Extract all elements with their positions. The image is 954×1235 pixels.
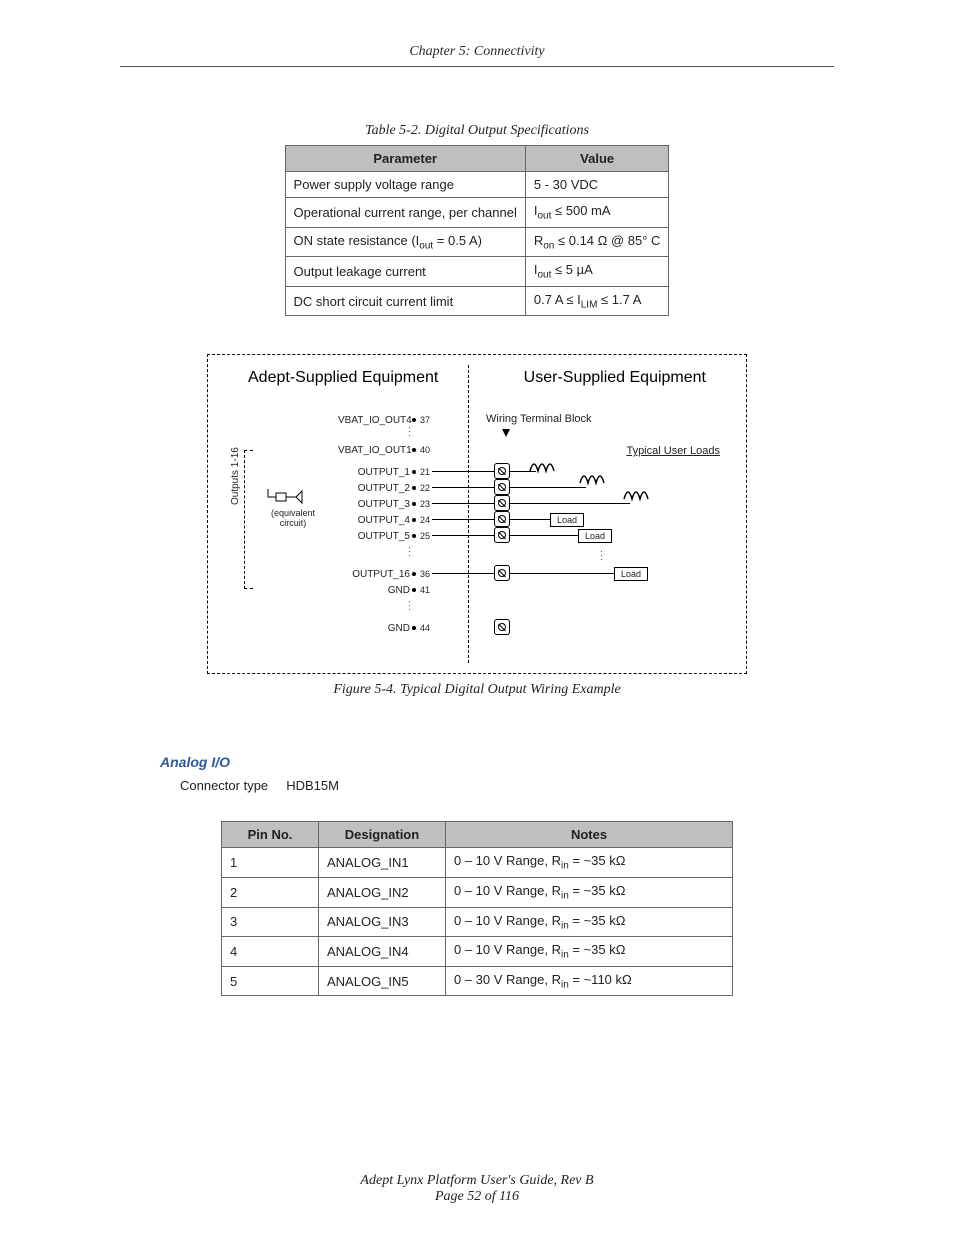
table-row: 3ANALOG_IN30 – 10 V Range, Rin = ~35 kΩ — [222, 907, 733, 937]
load-box: Load — [614, 567, 648, 581]
ellipsis-icon: ··· — [597, 550, 607, 562]
cell: 0 – 10 V Range, Rin = ~35 kΩ — [446, 877, 733, 907]
terminal-icon — [494, 565, 510, 581]
sig-label: GND — [338, 585, 410, 596]
cell: DC short circuit current limit — [285, 286, 525, 316]
outputs-side-label: Outputs 1-16 — [230, 448, 241, 506]
sig-label: OUTPUT_5 — [338, 531, 410, 542]
pin: 24 — [418, 515, 440, 525]
terminal-icon — [494, 511, 510, 527]
page-header: Chapter 5: Connectivity — [120, 44, 834, 67]
figure-digital-output-wiring: Adept-Supplied Equipment User-Supplied E… — [207, 354, 747, 674]
cell: ANALOG_IN4 — [319, 937, 446, 967]
table-row: 2ANALOG_IN20 – 10 V Range, Rin = ~35 kΩ — [222, 877, 733, 907]
sig-label: VBAT_IO_OUT4 — [338, 415, 410, 426]
table-row: 1ANALOG_IN10 – 10 V Range, Rin = ~35 kΩ — [222, 848, 733, 878]
coil-icon — [578, 467, 608, 487]
table-row: 4ANALOG_IN40 – 10 V Range, Rin = ~35 kΩ — [222, 937, 733, 967]
sig-label: OUTPUT_4 — [338, 515, 410, 526]
cell: 5 - 30 VDC — [525, 172, 669, 198]
cell: Iout ≤ 5 µA — [525, 257, 669, 287]
ellipsis-icon: ··· — [405, 426, 415, 438]
sig-label: OUTPUT_16 — [338, 569, 410, 580]
coil-icon — [622, 483, 652, 503]
pin: 22 — [418, 483, 440, 493]
table2-h2: Designation — [319, 822, 446, 848]
wiring-terminal-block-label: Wiring Terminal Block — [486, 413, 592, 425]
pin: 41 — [418, 585, 440, 595]
fig-left-title: Adept-Supplied Equipment — [248, 369, 438, 387]
table-row: Power supply voltage range 5 - 30 VDC — [285, 172, 669, 198]
cell: 2 — [222, 877, 319, 907]
cell: Operational current range, per channel — [285, 198, 525, 228]
cell: Output leakage current — [285, 257, 525, 287]
table-digital-output-specs: Parameter Value Power supply voltage ran… — [285, 145, 670, 316]
table-row: 5ANALOG_IN50 – 30 V Range, Rin = ~110 kΩ — [222, 966, 733, 996]
cell: ON state resistance (Iout = 0.5 A) — [285, 227, 525, 257]
sig-label: OUTPUT_1 — [338, 467, 410, 478]
divider-line — [468, 365, 469, 663]
pin: 44 — [418, 623, 440, 633]
cell: 0 – 10 V Range, Rin = ~35 kΩ — [446, 937, 733, 967]
cell: ANALOG_IN1 — [319, 848, 446, 878]
ellipsis-icon: ··· — [405, 546, 415, 558]
table2-h3: Notes — [446, 822, 733, 848]
terminal-icon — [494, 495, 510, 511]
figure-caption: Figure 5-4. Typical Digital Output Wirin… — [207, 682, 747, 698]
pin: 23 — [418, 499, 440, 509]
cell: 3 — [222, 907, 319, 937]
terminal-icon — [494, 479, 510, 495]
cell: Iout ≤ 500 mA — [525, 198, 669, 228]
cell: 5 — [222, 966, 319, 996]
arrow-down-icon — [502, 429, 510, 437]
table-row: Output leakage current Iout ≤ 5 µA — [285, 257, 669, 287]
pin: 40 — [418, 445, 440, 455]
analog-io-heading: Analog I/O — [160, 754, 834, 770]
sig-label: OUTPUT_2 — [338, 483, 410, 494]
table1-h2: Value — [525, 146, 669, 172]
sig-label: VBAT_IO_OUT1 — [338, 445, 410, 456]
cell: ANALOG_IN5 — [319, 966, 446, 996]
coil-icon — [528, 455, 558, 475]
connector-type-label: Connector type — [180, 778, 268, 793]
cell: 1 — [222, 848, 319, 878]
sig-label: GND — [338, 623, 410, 634]
connector-type-value: HDB15M — [286, 778, 339, 793]
sig-label: OUTPUT_3 — [338, 499, 410, 510]
typical-user-loads-label: Typical User Loads — [626, 445, 720, 457]
fig-right-title: User-Supplied Equipment — [524, 369, 706, 387]
cell: 0 – 10 V Range, Rin = ~35 kΩ — [446, 848, 733, 878]
table-analog-io-pins: Pin No. Designation Notes 1ANALOG_IN10 –… — [221, 821, 733, 996]
load-box: Load — [550, 513, 584, 527]
cell: ANALOG_IN2 — [319, 877, 446, 907]
cell: 0.7 A ≤ ILIM ≤ 1.7 A — [525, 286, 669, 316]
pin: 25 — [418, 531, 440, 541]
table2-h1: Pin No. — [222, 822, 319, 848]
pin: 37 — [418, 415, 440, 425]
outputs-bracket — [244, 450, 253, 589]
pin: 36 — [418, 569, 440, 579]
table-row: Operational current range, per channel I… — [285, 198, 669, 228]
table-row: ON state resistance (Iout = 0.5 A) Ron ≤… — [285, 227, 669, 257]
cell: Ron ≤ 0.14 Ω @ 85° C — [525, 227, 669, 257]
equivalent-circuit-label: (equivalent circuit) — [266, 485, 320, 529]
pin: 21 — [418, 467, 440, 477]
table1-h1: Parameter — [285, 146, 525, 172]
terminal-icon — [494, 527, 510, 543]
cell: Power supply voltage range — [285, 172, 525, 198]
ellipsis-icon: ··· — [405, 600, 415, 612]
cell: ANALOG_IN3 — [319, 907, 446, 937]
terminal-icon — [494, 463, 510, 479]
terminal-icon — [494, 619, 510, 635]
cell: 0 – 10 V Range, Rin = ~35 kΩ — [446, 907, 733, 937]
cell: 4 — [222, 937, 319, 967]
table1-caption: Table 5-2. Digital Output Specifications — [120, 123, 834, 139]
cell: 0 – 30 V Range, Rin = ~110 kΩ — [446, 966, 733, 996]
footer-page: Page 52 of 116 — [0, 1189, 954, 1205]
table-row: DC short circuit current limit 0.7 A ≤ I… — [285, 286, 669, 316]
connector-type-line: Connector type HDB15M — [180, 778, 834, 793]
page-footer: Adept Lynx Platform User's Guide, Rev B … — [0, 1173, 954, 1205]
footer-title: Adept Lynx Platform User's Guide, Rev B — [0, 1173, 954, 1189]
load-box: Load — [578, 529, 612, 543]
